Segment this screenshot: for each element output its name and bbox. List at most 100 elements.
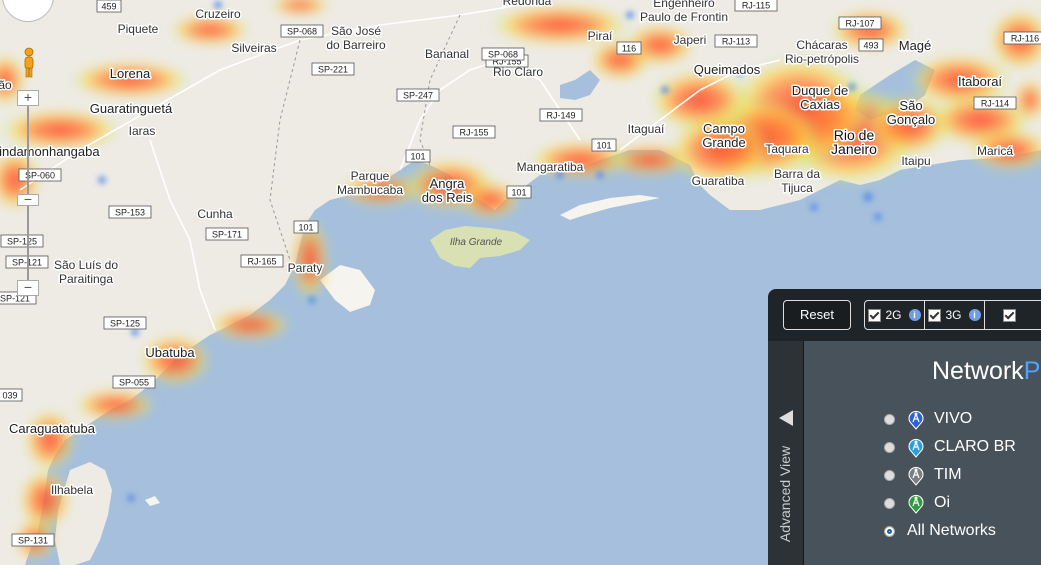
svg-text:SP-068: SP-068 (488, 50, 518, 60)
panel-toolbar: Reset 2G i 3G i (768, 289, 1041, 341)
road-shield: SP-171 (205, 227, 249, 241)
place-label: Guaratinguetá (90, 101, 173, 116)
network-option[interactable]: All Networks (884, 519, 996, 543)
zoom-in-button[interactable]: + (17, 90, 39, 106)
info-icon[interactable]: i (908, 309, 921, 321)
place-label: Duque de Caxias (792, 83, 848, 112)
place-label: Maricá (977, 144, 1013, 158)
road-shield: 039 (0, 388, 23, 402)
place-label: Cruzeiro (195, 7, 241, 21)
checkbox-icon[interactable] (928, 308, 942, 322)
advanced-view-toggle[interactable]: Advanced View (768, 341, 804, 565)
network-option[interactable]: TIM (884, 463, 962, 487)
radio-button[interactable] (884, 525, 895, 537)
reset-button[interactable]: Reset (783, 300, 851, 330)
road-shield: SP-153 (108, 205, 152, 219)
filter-2g[interactable]: 2G i (865, 301, 925, 329)
zoom-control: + − − (17, 90, 39, 300)
svg-text:RJ-114: RJ-114 (981, 99, 1009, 109)
zoom-out-button[interactable]: − (17, 280, 39, 296)
svg-text:459: 459 (101, 2, 116, 12)
place-label: Pindamonhangaba (0, 144, 100, 159)
road-shield: 101 (405, 149, 431, 163)
svg-text:RJ-116: RJ-116 (1011, 34, 1039, 44)
filter-third[interactable] (985, 301, 1041, 329)
place-label: Mangaratiba (517, 160, 584, 174)
road-shield: RJ-116 (1003, 31, 1041, 45)
technology-filters: 2G i 3G i (864, 300, 1041, 330)
place-label: Campo Grande (702, 121, 745, 150)
place-label: Queimados (694, 62, 761, 77)
network-option[interactable]: Oi (884, 491, 950, 515)
road-shield: SP-247 (396, 88, 440, 102)
svg-text:RJ-113: RJ-113 (722, 37, 750, 47)
place-label: Redonda (503, 0, 552, 8)
place-label: Ilha Grande (450, 237, 503, 248)
filter-3g[interactable]: 3G i (925, 301, 985, 329)
network-option-label: CLARO BR (934, 438, 1016, 455)
svg-text:RJ-149: RJ-149 (546, 111, 575, 121)
road-shield: 459 (96, 0, 122, 13)
place-label: Itaboraí (958, 74, 1002, 89)
radio-button[interactable] (884, 441, 895, 453)
svg-text:116: 116 (622, 44, 636, 54)
network-option-label: VIVO (934, 410, 973, 427)
antenna-pin-icon (908, 466, 924, 486)
network-option[interactable]: VIVO (884, 407, 972, 431)
network-option-label: TIM (934, 466, 962, 483)
svg-text:SP-125: SP-125 (110, 319, 140, 329)
place-label: Itaguaí (628, 122, 665, 136)
network-option-label: Oi (934, 494, 950, 511)
radio-button[interactable] (884, 469, 895, 481)
antenna-pin-icon (908, 494, 924, 514)
road-shield: RJ-149 (539, 108, 583, 122)
checkbox-icon[interactable] (868, 308, 882, 322)
place-label: Silveiras (231, 41, 276, 55)
road-shield: RJ-165 (240, 254, 284, 268)
road-shield: RJ-107 (838, 16, 882, 30)
antenna-pin-icon (908, 410, 924, 430)
place-label: Cunha (197, 207, 233, 221)
radio-button[interactable] (884, 497, 895, 509)
info-icon[interactable]: i (968, 309, 981, 321)
place-label: ão (0, 78, 12, 92)
svg-text:RJ-115: RJ-115 (742, 1, 770, 11)
svg-text:RJ-155: RJ-155 (459, 128, 488, 138)
arrow-left-icon[interactable] (779, 410, 793, 426)
street-view-pegman-icon[interactable] (21, 47, 37, 79)
road-shield: SP-068 (280, 24, 324, 38)
road-shield: SP-125 (103, 316, 147, 330)
svg-text:SP-221: SP-221 (318, 65, 348, 75)
place-label: Paraty (288, 261, 323, 275)
radio-button[interactable] (884, 413, 895, 425)
antenna-pin-icon (908, 438, 924, 458)
svg-text:493: 493 (863, 41, 878, 51)
svg-text:SP-055: SP-055 (119, 378, 149, 388)
place-label: Iaras (129, 124, 156, 138)
road-shield: 101 (506, 185, 532, 199)
place-label: Bananal (425, 47, 469, 61)
network-title-accent: P (1023, 357, 1041, 385)
network-option[interactable]: CLARO BR (884, 435, 1016, 459)
svg-text:SP-153: SP-153 (115, 208, 145, 218)
place-label: Lorena (110, 66, 151, 81)
road-shield: 101 (591, 138, 617, 152)
network-title: NetworkP (932, 357, 1040, 386)
network-title-main: Network (932, 357, 1024, 385)
road-shield: SP-055 (112, 375, 156, 389)
svg-text:RJ-165: RJ-165 (247, 257, 276, 267)
place-label: Piquete (118, 22, 159, 36)
zoom-slider-thumb[interactable]: − (17, 192, 39, 206)
road-shield: SP-131 (11, 533, 55, 547)
place-label: Rio de Janeiro (831, 127, 877, 157)
road-shield: SP-221 (311, 62, 355, 76)
svg-text:101: 101 (596, 141, 611, 151)
svg-text:039: 039 (2, 391, 17, 401)
checkbox-icon[interactable] (1003, 308, 1016, 322)
place-label: São Luís do Paraitinga (54, 258, 118, 286)
road-shield: RJ-113 (714, 34, 758, 48)
advanced-view-label[interactable]: Advanced View (777, 444, 793, 544)
road-shield: SP-068 (481, 47, 525, 61)
svg-text:101: 101 (410, 152, 425, 162)
place-label: Piraí (588, 29, 613, 43)
